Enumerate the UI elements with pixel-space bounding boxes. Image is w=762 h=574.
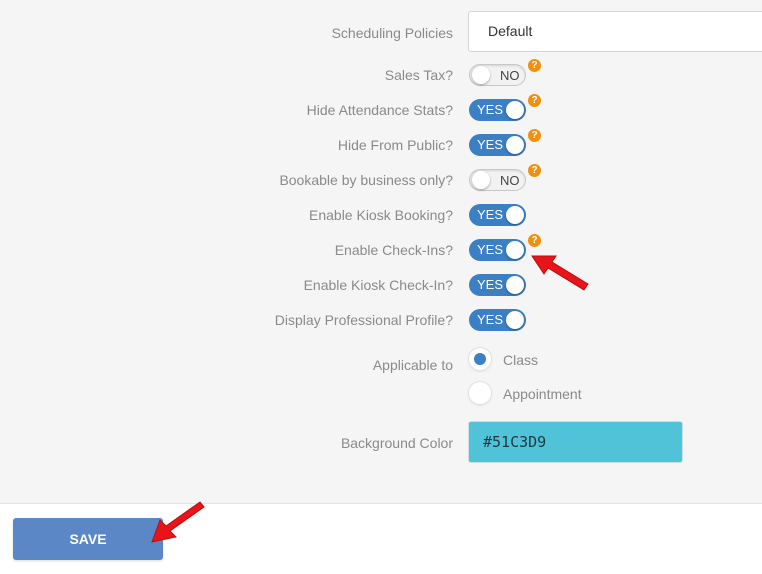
toggle-knob xyxy=(472,66,490,84)
enable-kiosk-booking-toggle[interactable]: YES xyxy=(469,204,526,226)
sales-tax-toggle[interactable]: NO xyxy=(469,64,526,86)
toggle-state-text: NO xyxy=(500,173,520,188)
toggle-state-text: YES xyxy=(477,207,504,222)
toggle-knob xyxy=(506,136,524,154)
bookable-by-business-only-toggle[interactable]: NO xyxy=(469,169,526,191)
help-icon[interactable]: ? xyxy=(528,59,541,72)
radio-appointment-label[interactable]: Appointment xyxy=(503,386,582,402)
scheduling-policies-label: Scheduling Policies xyxy=(331,25,453,41)
toggle-knob xyxy=(506,101,524,119)
toggle-knob xyxy=(506,206,524,224)
hide-attendance-stats-label: Hide Attendance Stats? xyxy=(306,102,453,118)
display-professional-profile-toggle[interactable]: YES xyxy=(469,309,526,331)
toggle-knob xyxy=(506,311,524,329)
enable-check-ins-toggle[interactable]: YES xyxy=(469,239,526,261)
radio-class[interactable] xyxy=(469,348,491,370)
hide-attendance-stats-toggle[interactable]: YES xyxy=(469,99,526,121)
annotation-arrow-icon xyxy=(531,255,589,291)
annotation-arrow-icon xyxy=(151,501,205,543)
bookable-by-business-only-label: Bookable by business only? xyxy=(279,172,453,188)
applicable-to-label: Applicable to xyxy=(372,357,453,373)
save-button[interactable]: SAVE xyxy=(13,518,163,560)
settings-panel: Scheduling Policies Default Sales Tax? N… xyxy=(0,0,762,504)
hide-from-public-toggle[interactable]: YES xyxy=(469,134,526,156)
toggle-knob xyxy=(472,171,490,189)
toggle-state-text: YES xyxy=(477,137,504,152)
toggle-state-text: YES xyxy=(477,312,504,327)
toggle-state-text: NO xyxy=(500,68,520,83)
scheduling-policies-select[interactable]: Default xyxy=(468,11,762,52)
help-icon[interactable]: ? xyxy=(528,94,541,107)
enable-kiosk-booking-label: Enable Kiosk Booking? xyxy=(309,207,453,223)
radio-appointment[interactable] xyxy=(469,382,491,404)
enable-check-ins-label: Enable Check-Ins? xyxy=(334,242,453,258)
toggle-knob xyxy=(506,276,524,294)
hide-from-public-label: Hide From Public? xyxy=(337,137,453,153)
enable-kiosk-check-in-toggle[interactable]: YES xyxy=(469,274,526,296)
radio-class-label[interactable]: Class xyxy=(503,352,538,368)
background-color-input[interactable]: #51C3D9 xyxy=(468,421,683,463)
display-professional-profile-label: Display Professional Profile? xyxy=(274,312,453,328)
toggle-state-text: YES xyxy=(477,277,504,292)
enable-kiosk-check-in-label: Enable Kiosk Check-In? xyxy=(303,277,453,293)
toggle-state-text: YES xyxy=(477,242,504,257)
toggle-knob xyxy=(506,241,524,259)
toggle-state-text: YES xyxy=(477,102,504,117)
help-icon[interactable]: ? xyxy=(528,164,541,177)
background-color-label: Background Color xyxy=(340,435,453,451)
help-icon[interactable]: ? xyxy=(528,129,541,142)
sales-tax-label: Sales Tax? xyxy=(384,67,453,83)
